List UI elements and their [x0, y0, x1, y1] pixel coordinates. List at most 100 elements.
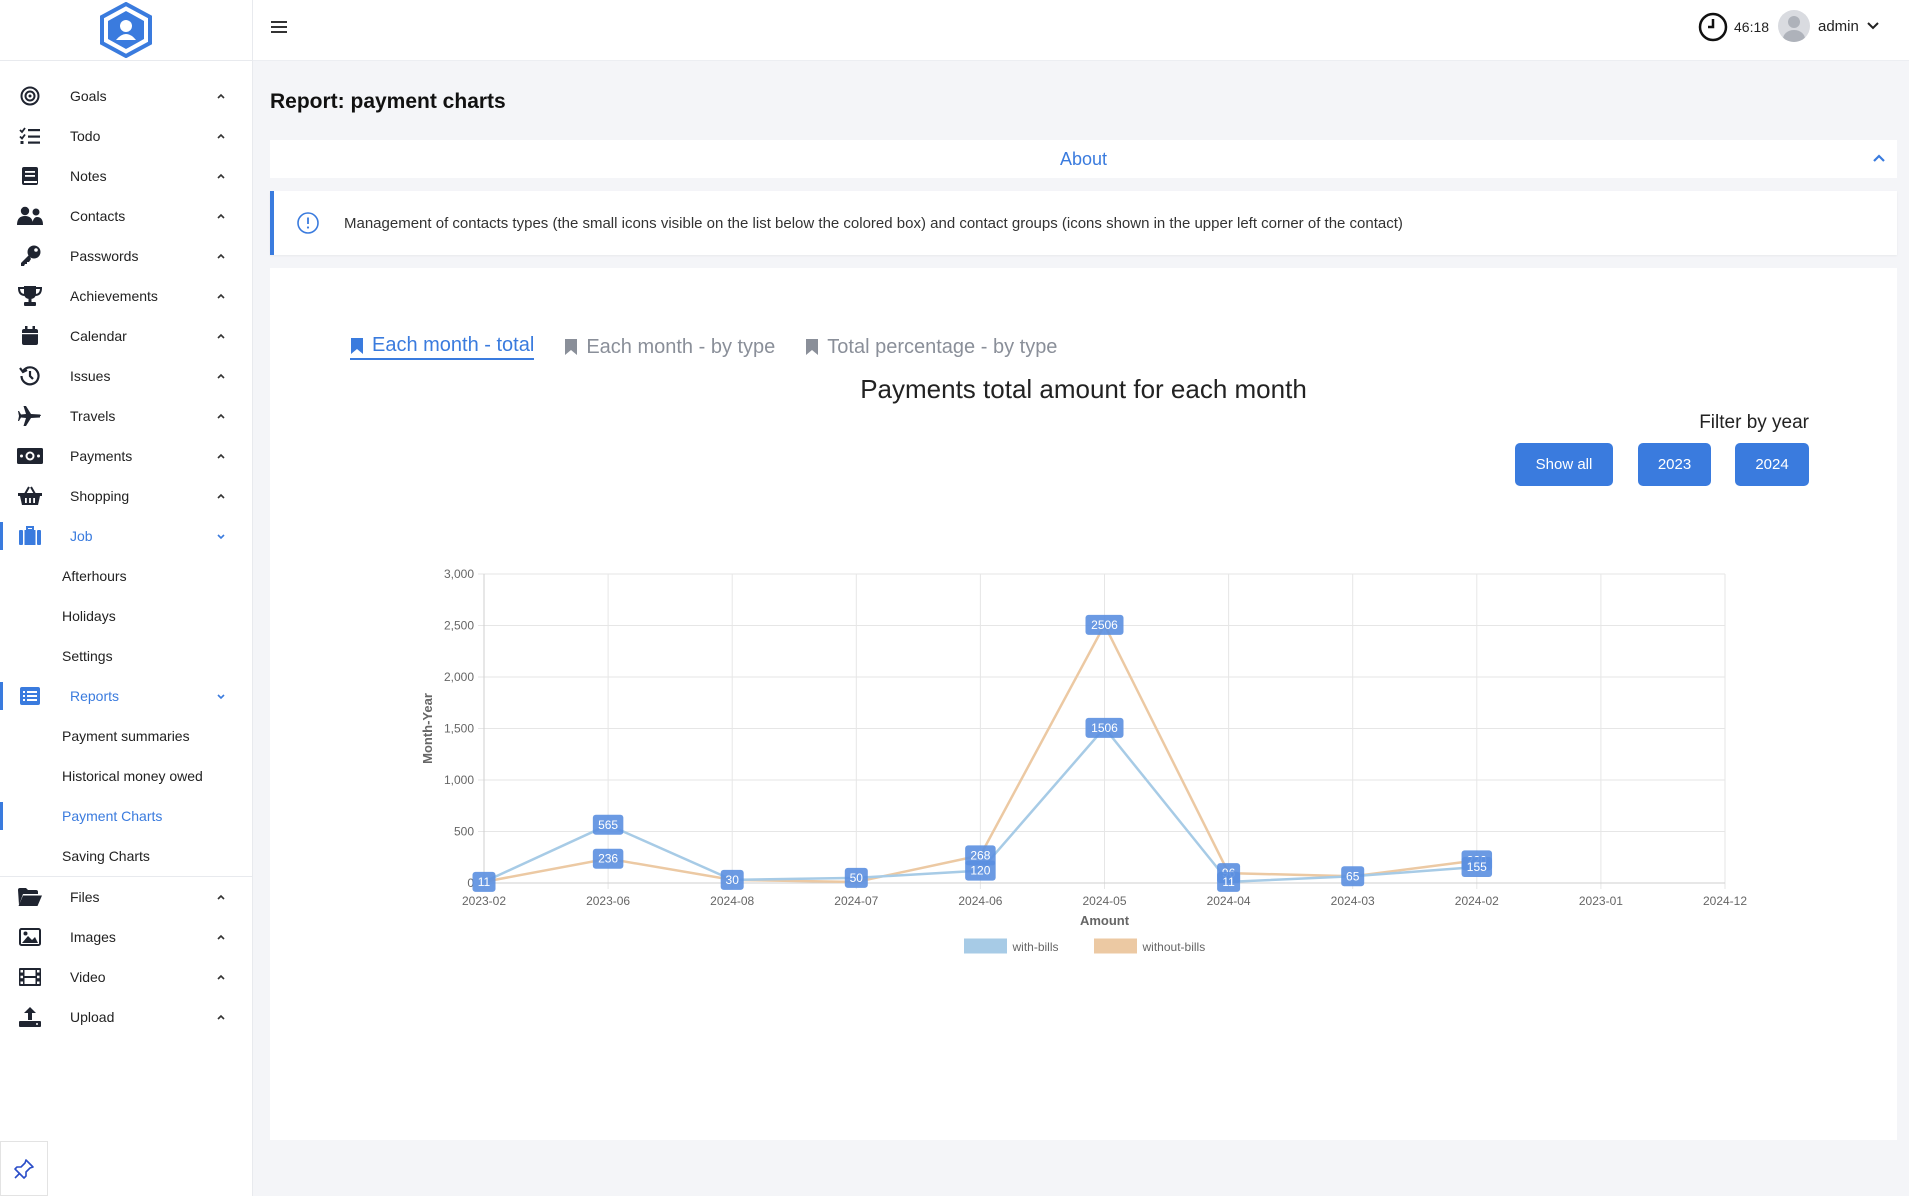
- x-tick-label: 2024-03: [1331, 894, 1375, 908]
- image-icon: [17, 926, 43, 948]
- sidebar-item-label: Goals: [70, 88, 107, 104]
- sidebar-subitem-payment-summaries[interactable]: Payment summaries: [0, 716, 252, 756]
- y-tick-label: 2,500: [444, 619, 474, 633]
- x-tick-label: 2024-02: [1455, 894, 1499, 908]
- logo[interactable]: [0, 0, 252, 61]
- chevron-down-icon: [217, 534, 225, 540]
- chevron-up-icon: [1873, 154, 1885, 162]
- chevron-down-icon: [1867, 22, 1879, 30]
- sidebar-item-images[interactable]: Images: [0, 917, 252, 957]
- data-label: 11: [1222, 875, 1235, 889]
- pin-sidebar-button[interactable]: [0, 1141, 48, 1196]
- sidebar-item-upload[interactable]: Upload: [0, 997, 252, 1037]
- sidebar-item-calendar[interactable]: Calendar: [0, 316, 252, 356]
- topbar: 46:18 admin: [253, 0, 1909, 61]
- sidebar: Goals Todo Notes Contacts Passwords Achieveme…: [0, 0, 253, 1196]
- sidebar-item-achievements[interactable]: Achievements: [0, 276, 252, 316]
- folder-icon: [17, 886, 43, 908]
- users-icon: [17, 205, 43, 227]
- sidebar-item-todo[interactable]: Todo: [0, 116, 252, 156]
- sidebar-item-job[interactable]: Job: [0, 516, 252, 556]
- sidebar-item-passwords[interactable]: Passwords: [0, 236, 252, 276]
- clock-icon: [1698, 12, 1728, 42]
- key-icon: [17, 245, 43, 267]
- x-axis-title: Amount: [1080, 913, 1130, 928]
- sidebar-item-issues[interactable]: Issues: [0, 356, 252, 396]
- sidebar-item-reports[interactable]: Reports: [0, 676, 252, 716]
- sidebar-item-label: Images: [70, 929, 116, 945]
- sidebar-item-travels[interactable]: Travels: [0, 396, 252, 436]
- sidebar-item-label: Issues: [70, 368, 111, 384]
- data-label: 565: [598, 818, 618, 832]
- sidebar-item-files[interactable]: Files: [0, 877, 252, 917]
- sidebar-subitem-settings[interactable]: Settings: [0, 636, 252, 676]
- chevron-up-icon: [217, 133, 225, 139]
- sidebar-item-label: Upload: [70, 1009, 115, 1025]
- chevron-up-icon: [217, 253, 225, 259]
- sidebar-item-label: Video: [70, 969, 106, 985]
- session-timer: 46:18: [1698, 12, 1769, 42]
- sidebar-subitem-afterhours[interactable]: Afterhours: [0, 556, 252, 596]
- sidebar-item-contacts[interactable]: Contacts: [0, 196, 252, 236]
- sidebar-item-shopping[interactable]: Shopping: [0, 476, 252, 516]
- y-tick-label: 1,500: [444, 722, 474, 736]
- sidebar-subitem-historical-money-owed[interactable]: Historical money owed: [0, 756, 252, 796]
- sidebar-item-label: Contacts: [70, 208, 126, 224]
- sidebar-item-goals[interactable]: Goals: [0, 76, 252, 116]
- target-icon: [17, 85, 43, 107]
- data-label: 11: [478, 875, 491, 889]
- sidebar-item-label: Shopping: [70, 488, 130, 504]
- sidebar-item-payments[interactable]: Payments: [0, 436, 252, 476]
- trophy-icon: [17, 285, 43, 307]
- chevron-up-icon: [217, 333, 225, 339]
- data-label: 30: [726, 873, 740, 887]
- y-tick-label: 2,000: [444, 670, 474, 684]
- legend-label: without-bills: [1142, 940, 1206, 954]
- sidebar-subitem-holidays[interactable]: Holidays: [0, 596, 252, 636]
- chevron-up-icon: [217, 173, 225, 179]
- sidebar-item-notes[interactable]: Notes: [0, 156, 252, 196]
- user-menu[interactable]: admin: [1778, 10, 1879, 42]
- chevron-down-icon: [217, 694, 225, 700]
- sidebar-item-label: Achievements: [70, 288, 158, 304]
- avatar: [1778, 10, 1810, 42]
- briefcase-icon: [17, 525, 43, 547]
- sidebar-item-label: Reports: [70, 688, 120, 704]
- sidebar-subitem-saving-charts[interactable]: Saving Charts: [0, 836, 252, 876]
- about-title: About: [1059, 148, 1108, 169]
- data-label: 268: [970, 848, 990, 862]
- about-info-box: Management of contacts types (the small …: [270, 191, 1897, 255]
- sidebar-reports-group: Reports: [0, 676, 252, 716]
- chevron-up-icon: [217, 493, 225, 499]
- data-label: 236: [598, 852, 618, 866]
- sidebar-item-video[interactable]: Video: [0, 957, 252, 997]
- chevron-up-icon: [217, 413, 225, 419]
- sidebar-menu-bottom: Files Images Video Upload: [0, 877, 252, 1037]
- sidebar-subitem-payment-charts[interactable]: Payment Charts: [0, 796, 252, 836]
- about-text: Management of contacts types (the small …: [344, 214, 1403, 232]
- chevron-up-icon: [217, 373, 225, 379]
- x-tick-label: 2024-06: [958, 894, 1002, 908]
- data-label: 2506: [1091, 618, 1118, 632]
- calendar-icon: [17, 325, 43, 347]
- app-logo-icon: [100, 2, 152, 58]
- data-label: 120: [970, 864, 990, 878]
- chevron-up-icon: [217, 894, 225, 900]
- chevron-up-icon: [217, 934, 225, 940]
- sidebar-item-label: Payments: [70, 448, 133, 464]
- sidebar-item-label: Notes: [70, 168, 107, 184]
- payments-line-chart: 05001,0001,5002,0002,5003,0002023-02 2023…: [420, 567, 1747, 954]
- hamburger-menu-icon[interactable]: [271, 19, 289, 35]
- y-tick-label: 500: [454, 825, 474, 839]
- about-toggle[interactable]: About: [270, 140, 1897, 178]
- plane-icon: [17, 405, 43, 427]
- history-icon: [17, 365, 43, 387]
- data-label: 1506: [1091, 721, 1118, 735]
- film-icon: [17, 966, 43, 988]
- y-axis-title: Month-Year: [420, 693, 435, 764]
- pin-icon: [14, 1158, 34, 1179]
- x-tick-label: 2024-05: [1082, 894, 1126, 908]
- sidebar-item-label: Calendar: [70, 328, 127, 344]
- sidebar-item-label: Todo: [70, 128, 101, 144]
- checklist-icon: [17, 125, 43, 147]
